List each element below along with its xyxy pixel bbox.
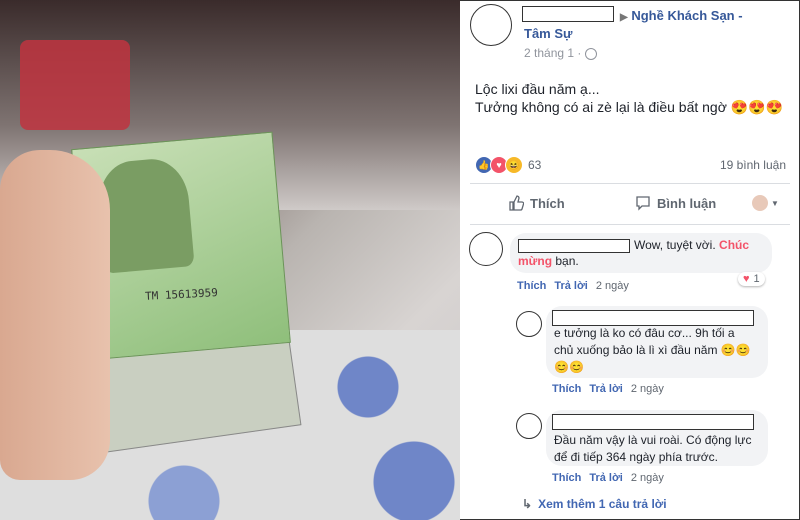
reply-time[interactable]: 2 ngày xyxy=(631,472,664,484)
user-avatar-small xyxy=(752,195,768,211)
post-text: Lộc lixi đầu năm ạ... Tưởng không có ai … xyxy=(475,80,795,116)
commenter-name-redacted[interactable] xyxy=(518,238,630,253)
reply-arrow-icon: ↳ xyxy=(522,497,533,511)
comment-label: Bình luận xyxy=(657,195,717,211)
reply-text-line2: để đi tiếp 364 ngày phía trước. xyxy=(554,450,719,464)
commenter-selector[interactable]: ▼ xyxy=(752,195,779,211)
poster-avatar[interactable] xyxy=(470,4,512,46)
reply-text-line2: chủ xuống bảo là lì xì đầu năm 😊😊 xyxy=(554,343,751,357)
reply-like-link[interactable]: Thích xyxy=(552,472,581,484)
poster-name-redacted[interactable] xyxy=(522,6,614,22)
commenter-avatar[interactable] xyxy=(469,232,503,266)
globe-icon xyxy=(584,47,597,60)
comment-reaction-count: 1 xyxy=(753,273,760,285)
reply-text-line1: Đầu năm vậy là vui roài. Có động lực xyxy=(554,433,752,447)
comment-reaction-badge[interactable]: ♥ 1 xyxy=(738,272,765,286)
comment-text: Wow, tuyệt vời. xyxy=(634,238,716,252)
comment-count[interactable]: 19 bình luận xyxy=(720,158,786,172)
dropdown-caret-icon: ▼ xyxy=(771,198,779,208)
comment-like-link[interactable]: Thích xyxy=(517,280,546,292)
reply-reply-link[interactable]: Trả lời xyxy=(589,472,623,484)
post-timestamp[interactable]: 2 tháng 1 · xyxy=(524,46,597,60)
like-button[interactable]: Thích xyxy=(508,195,565,211)
caret-right-icon: ▶ xyxy=(620,12,628,23)
photo-hand xyxy=(0,150,110,480)
photo-stool xyxy=(20,40,130,130)
comment-time[interactable]: 2 ngày xyxy=(596,280,629,292)
divider-top xyxy=(470,183,790,184)
post-text-line1: Lộc lixi đầu năm ạ... xyxy=(475,81,600,97)
comment-button[interactable]: Bình luận xyxy=(635,195,716,211)
reply-text-line1: e tưởng là ko có đâu cơ... 9h tối a xyxy=(554,326,735,340)
group-name-row: ▶ Nghề Khách Sạn - xyxy=(620,8,743,23)
group-name[interactable]: Nghề Khách Sạn - xyxy=(631,8,742,23)
reply-name-redacted[interactable] xyxy=(552,414,754,430)
reply-time[interactable]: 2 ngày xyxy=(631,383,664,395)
post-text-line2: Tưởng không có ai zè lại là điều bất ngờ… xyxy=(475,99,784,115)
reply-text: e tưởng là ko có đâu cơ... 9h tối a chủ … xyxy=(554,325,751,376)
love-reaction-icon: ♥ xyxy=(743,273,750,285)
reply-actions: Thích Trả lời 2 ngày xyxy=(552,383,664,395)
divider-bottom xyxy=(470,224,790,225)
comment-actions: Thích Trả lời 2 ngày xyxy=(517,280,629,292)
reply-reply-link[interactable]: Trả lời xyxy=(589,383,623,395)
reply-text-line3: 😊😊 xyxy=(554,360,584,374)
reply-actions: Thích Trả lời 2 ngày xyxy=(552,472,664,484)
post-photo[interactable]: TM 15613959 xyxy=(0,0,460,520)
comment-icon xyxy=(636,196,650,211)
haha-reaction-icon: 😆 xyxy=(505,156,523,174)
reply-avatar[interactable] xyxy=(516,413,542,439)
post-time-text[interactable]: 2 tháng 1 · xyxy=(524,46,581,60)
group-name-continued[interactable]: Tâm Sự xyxy=(524,26,572,41)
reply-avatar[interactable] xyxy=(516,311,542,337)
thumbs-up-icon xyxy=(509,195,524,211)
reply-text: Đầu năm vậy là vui roài. Có động lực để … xyxy=(554,432,751,466)
reply-like-link[interactable]: Thích xyxy=(552,383,581,395)
reaction-count[interactable]: 63 xyxy=(528,158,541,172)
like-label: Thích xyxy=(530,195,565,211)
comment-text-end: bạn. xyxy=(555,254,579,268)
comment-reply-link[interactable]: Trả lời xyxy=(554,280,588,292)
comment-bubble: Wow, tuyệt vời. Chúc mừng bạn. xyxy=(510,233,772,273)
see-more-label[interactable]: Xem thêm 1 câu trả lời xyxy=(538,497,667,511)
photo-bill-portrait xyxy=(95,156,195,274)
see-more-replies[interactable]: ↳ Xem thêm 1 câu trả lời xyxy=(522,497,667,511)
reply-name-redacted[interactable] xyxy=(552,310,754,326)
reaction-summary[interactable]: 👍 ♥ 😆 63 xyxy=(475,156,541,174)
